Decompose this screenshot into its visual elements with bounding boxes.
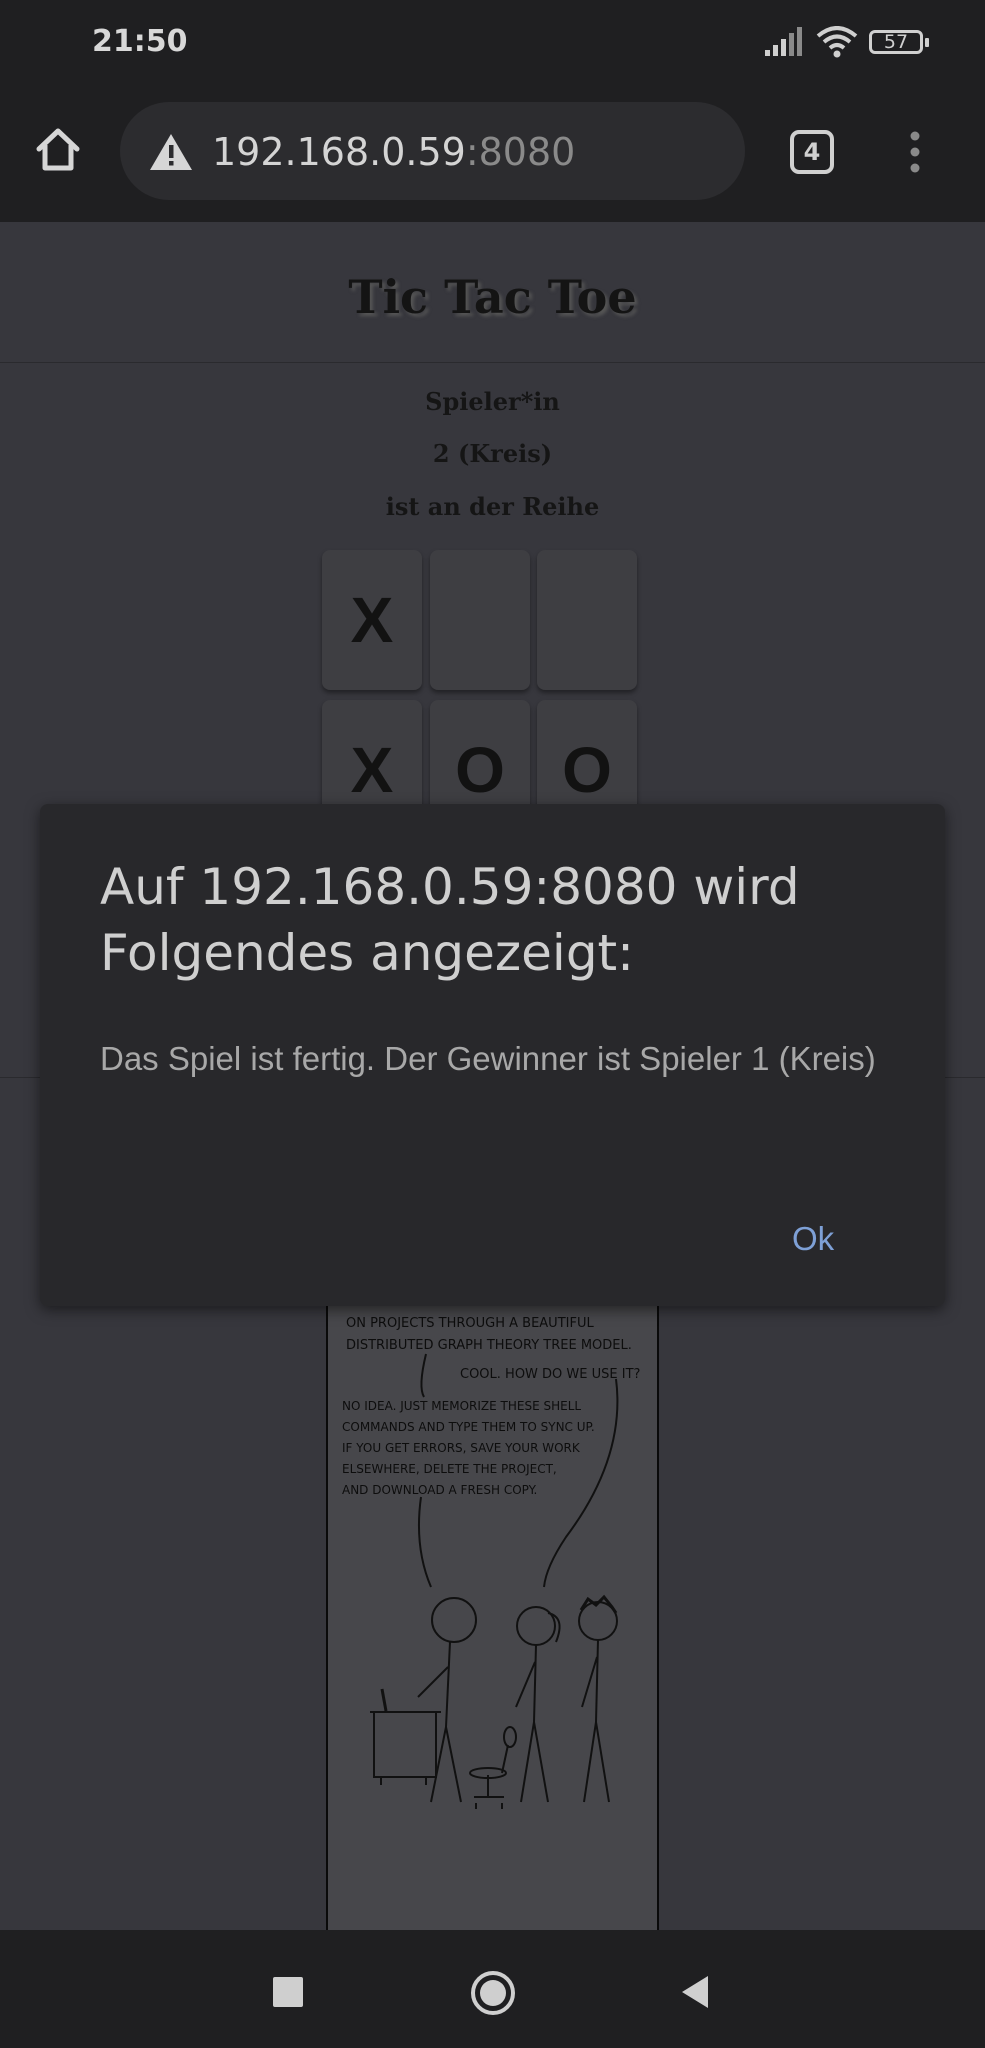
comic-answer-5: AND DOWNLOAD A FRESH COPY. (342, 1483, 537, 1497)
back-triangle-icon[interactable] (680, 1974, 710, 2010)
status-line-1: Spieler*in (425, 387, 560, 416)
wifi-icon (816, 26, 858, 58)
status-time: 21:50 (92, 24, 188, 59)
comic-reply: COOL. HOW DO WE USE IT? (460, 1367, 640, 1382)
status-bar: 21:50 57 (0, 0, 985, 90)
dialog-message: Das Spiel ist fertig. Der Gewinner ist S… (100, 1040, 876, 1077)
navigation-bar (0, 1930, 985, 2048)
status-line-2: 2 (Kreis) (432, 439, 553, 468)
board-cell[interactable] (537, 550, 637, 690)
ok-button[interactable]: Ok (792, 1220, 834, 1258)
board-cell[interactable] (430, 550, 530, 690)
signal-icon (765, 27, 802, 56)
alert-dialog: Auf 192.168.0.59:8080 wird Folgendes ang… (40, 804, 945, 1306)
url-host: 192.168.0.59 (212, 130, 466, 174)
comic-line-1: ON PROJECTS THROUGH A BEAUTIFUL (346, 1316, 594, 1331)
home-icon[interactable] (34, 126, 82, 174)
comic-answer-2: COMMANDS AND TYPE THEM TO SYNC UP. (342, 1420, 595, 1434)
battery-icon: 57 (869, 30, 929, 54)
dialog-title: Auf 192.168.0.59:8080 wird Folgendes ang… (100, 858, 800, 982)
address-bar[interactable]: 192.168.0.59:8080 (120, 102, 745, 200)
xkcd-comic: ON PROJECTS THROUGH A BEAUTIFUL DISTRIBU… (326, 1297, 659, 1978)
url-port: :8080 (465, 130, 576, 174)
recents-square-icon[interactable] (273, 1977, 303, 2007)
page-title: Tic Tac Toe (348, 270, 637, 324)
comic-answer-1: NO IDEA. JUST MEMORIZE THESE SHELL (342, 1399, 581, 1413)
browser-toolbar: 192.168.0.59:8080 4 (0, 90, 985, 222)
comic-answer-4: ELSEWHERE, DELETE THE PROJECT, (342, 1462, 557, 1476)
status-line-3: ist an der Reihe (385, 492, 600, 521)
comic-answer-3: IF YOU GET ERRORS, SAVE YOUR WORK (342, 1441, 581, 1455)
more-vert-icon[interactable] (903, 130, 927, 176)
tab-switcher-button[interactable]: 4 (790, 130, 834, 174)
warning-icon[interactable] (148, 132, 194, 172)
home-circle-icon[interactable] (470, 1970, 516, 2016)
board-cell[interactable]: X (322, 550, 422, 690)
header: Tic Tac Toe (0, 222, 985, 363)
url-text[interactable]: 192.168.0.59:8080 (212, 130, 575, 174)
comic-line-2: DISTRIBUTED GRAPH THEORY TREE MODEL. (346, 1338, 632, 1353)
